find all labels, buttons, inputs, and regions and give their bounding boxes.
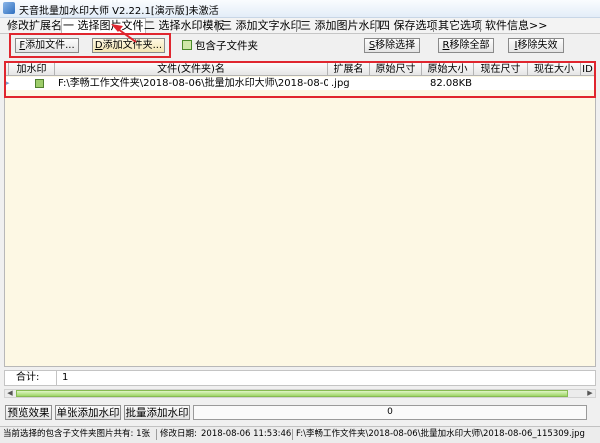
progress-bar: 0 xyxy=(193,405,587,420)
cell-filename: F:\李畅工作文件夹\2018-08-06\批量加水印大师\2018-08-06… xyxy=(58,78,328,89)
status-divider xyxy=(156,429,157,440)
cell-extension: .jpg xyxy=(331,78,350,89)
tab-select-images[interactable]: 一 选择图片文件 xyxy=(61,18,146,33)
scrollbar-thumb[interactable] xyxy=(16,390,568,397)
window-title: 天音批量加水印大师 V2.22.1[演示版]未激活 xyxy=(19,6,219,17)
status-file-path: F:\李畅工作文件夹\2018-08-06\批量加水印大师\2018-08-06… xyxy=(296,429,585,439)
total-label: 合计: xyxy=(16,372,40,383)
tab-separator xyxy=(375,20,376,32)
tab-image-watermark[interactable]: 三 添加图片水印 xyxy=(299,19,382,33)
column-header-id[interactable]: ID xyxy=(581,63,595,76)
scroll-right-icon[interactable]: ▶ xyxy=(585,389,595,398)
remove-failed-button[interactable]: I移除失效 xyxy=(508,38,564,53)
add-folder-button[interactable]: D添加文件夹... xyxy=(92,38,165,53)
tab-save-options[interactable]: 四 保存选项 xyxy=(378,19,439,33)
tab-separator xyxy=(140,20,141,32)
watermark-checkbox-icon[interactable] xyxy=(35,79,44,88)
status-subfolder-count: 当前选择的包含子文件夹图片共有: 1张 xyxy=(3,429,150,439)
status-modified-date: 2018-08-06 11:53:46 xyxy=(201,429,292,439)
status-bar: 当前选择的包含子文件夹图片共有: 1张 修改日期: 2018-08-06 11:… xyxy=(0,426,600,443)
cell-original-size: 82.08KB xyxy=(429,78,472,89)
tab-other-options[interactable]: 其它选项 xyxy=(437,19,483,33)
tab-select-template[interactable]: 二 选择水印模板 xyxy=(143,19,226,33)
tab-software-info[interactable]: 软件信息>> xyxy=(484,19,548,33)
remove-selected-button[interactable]: S移除选择 xyxy=(364,38,420,53)
batch-watermark-button[interactable]: 批量添加水印 xyxy=(124,405,190,420)
column-header-extension[interactable]: 扩展名 xyxy=(328,63,370,76)
column-header-current-size[interactable]: 现在大小 xyxy=(528,63,581,76)
tab-bar: 修改扩展名 一 选择图片文件 二 选择水印模板 三 添加文字水印 三 添加图片水… xyxy=(0,18,600,34)
tab-separator xyxy=(296,20,297,32)
checkbox-checked-icon xyxy=(182,40,192,50)
include-subfolders-checkbox[interactable]: 包含子文件夹 xyxy=(182,38,258,53)
title-bar: 天音批量加水印大师 V2.22.1[演示版]未激活 xyxy=(0,0,600,18)
add-file-button[interactable]: F添加文件... xyxy=(15,38,79,53)
column-header-original-dimensions[interactable]: 原始尺寸 xyxy=(370,63,422,76)
tab-separator xyxy=(217,20,218,32)
remove-all-button[interactable]: R移除全部 xyxy=(438,38,494,53)
row-pointer-icon: ▸ xyxy=(6,79,10,87)
total-row xyxy=(4,370,596,386)
progress-text: 0 xyxy=(387,407,393,417)
tab-modify-extension[interactable]: 修改扩展名 xyxy=(6,19,63,33)
column-header-watermark[interactable]: 加水印 xyxy=(9,63,55,76)
total-divider xyxy=(56,371,57,385)
tab-text-watermark[interactable]: 三 添加文字水印 xyxy=(220,19,303,33)
column-header-current-dimensions[interactable]: 现在尺寸 xyxy=(474,63,528,76)
status-divider xyxy=(292,429,293,440)
preview-button[interactable]: 预览效果 xyxy=(5,405,52,420)
tab-separator xyxy=(480,20,481,32)
tab-separator xyxy=(433,20,434,32)
status-modified-label: 修改日期: xyxy=(160,429,197,439)
file-list-grid[interactable] xyxy=(4,62,596,367)
total-value: 1 xyxy=(62,372,69,383)
scroll-left-icon[interactable]: ◀ xyxy=(5,389,15,398)
app-icon xyxy=(3,2,15,14)
single-watermark-button[interactable]: 单张添加水印 xyxy=(55,405,121,420)
column-header-filename[interactable]: 文件(文件夹)名 xyxy=(55,63,328,76)
column-header-original-size[interactable]: 原始大小 xyxy=(422,63,474,76)
